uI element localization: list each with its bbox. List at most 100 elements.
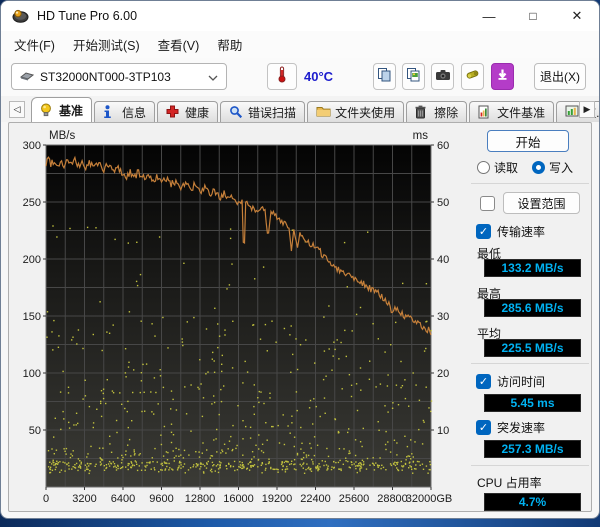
cpu-usage-value: 4.7%: [484, 493, 581, 511]
svg-text:20: 20: [437, 368, 449, 380]
min-value: 133.2 MB/s: [484, 259, 581, 277]
svg-text:200: 200: [23, 254, 41, 266]
tab-6[interactable]: 文件基准: [469, 101, 555, 122]
menu-item-3[interactable]: 帮助: [208, 31, 251, 58]
copy-text-button[interactable]: [373, 63, 396, 90]
drive-selector-value: ST32000NT000-3TP103: [40, 69, 171, 84]
thermometer-icon: [277, 66, 287, 88]
svg-text:60: 60: [437, 140, 449, 152]
burst-rate-row: ✓ 突发速率: [476, 419, 545, 436]
temperature-button[interactable]: [267, 63, 297, 90]
write-radio[interactable]: 写入: [532, 159, 573, 176]
svg-text:3200: 3200: [72, 493, 96, 505]
svg-text:30: 30: [437, 311, 449, 323]
menu-item-0[interactable]: 文件(F): [5, 31, 64, 58]
maximize-button[interactable]: □: [511, 1, 555, 31]
transfer-rate-label: 传输速率: [497, 225, 546, 239]
write-radio-circle[interactable]: [532, 161, 546, 174]
close-button[interactable]: ✕: [555, 1, 599, 31]
svg-text:28800: 28800: [377, 493, 408, 505]
download-icon: [496, 68, 509, 86]
set-range-row: 设置范围: [480, 192, 580, 214]
svg-text:12800: 12800: [185, 493, 216, 505]
app-logo-icon: [12, 9, 29, 23]
scan-icon: [229, 105, 244, 119]
transfer-rate-row: ✓ 传输速率: [476, 223, 545, 240]
cpu-usage-label: CPU 占用率: [477, 476, 542, 490]
toolbar: ST32000NT000-3TP103 40°C 退出(X): [1, 58, 599, 96]
write-radio-label: 写入: [549, 161, 574, 175]
bulb-icon: [40, 103, 55, 117]
tab-label: 文件基准: [497, 105, 546, 120]
tab-3[interactable]: 错误扫描: [220, 101, 306, 122]
read-radio-circle[interactable]: [477, 161, 490, 174]
svg-text:250: 250: [23, 197, 41, 209]
access-time-value: 5.45 ms: [484, 394, 581, 412]
app-window: HD Tune Pro 6.00 — □ ✕ 文件(F) 开始测试(S) 查看(V) 帮助…: [0, 0, 600, 519]
drive-selector[interactable]: ST32000NT000-3TP103: [11, 63, 227, 90]
max-value: 285.6 MB/s: [484, 299, 581, 317]
temperature-value: 40°C: [304, 69, 334, 84]
tab-4[interactable]: 文件夹使用: [307, 101, 405, 122]
tab-5[interactable]: 擦除: [406, 101, 468, 122]
copy-image-button[interactable]: [402, 63, 425, 90]
separator: [471, 363, 589, 364]
title-bar: HD Tune Pro 6.00 — □ ✕: [1, 1, 599, 31]
menu-item-1[interactable]: 开始测试(S): [64, 31, 149, 58]
svg-text:10: 10: [437, 425, 449, 437]
health-icon: [166, 105, 181, 119]
burst-rate-label: 突发速率: [497, 421, 546, 435]
tab-scroll-right-button[interactable]: ▶: [579, 101, 595, 118]
svg-text:22400: 22400: [300, 493, 331, 505]
access-time-checkbox[interactable]: ✓: [476, 374, 491, 389]
window-title: HD Tune Pro 6.00: [37, 9, 138, 23]
erase-icon: [415, 105, 430, 119]
burst-rate-checkbox[interactable]: ✓: [476, 420, 491, 435]
start-button[interactable]: 开始: [487, 130, 569, 152]
tab-2[interactable]: 健康: [157, 101, 219, 122]
info-icon: [103, 105, 118, 119]
svg-text:16000: 16000: [223, 493, 254, 505]
svg-text:MB/s: MB/s: [49, 130, 75, 142]
window-controls: — □ ✕: [467, 1, 599, 31]
set-range-button[interactable]: 设置范围: [503, 192, 580, 214]
tab-strip: ◁ 基准信息健康错误扫描文件夹使用擦除文件基准监.. ▶: [1, 96, 599, 122]
separator: [471, 465, 589, 466]
set-range-checkbox[interactable]: [480, 195, 495, 211]
monitor-icon: [565, 105, 580, 119]
tab-label: 基准: [59, 103, 84, 118]
benchmark-chart: MB/s ms 300 250 200 150 100 50 60 50 40 30 20 10 0 3200…: [21, 125, 466, 514]
save-button[interactable]: [461, 63, 484, 90]
tab-label: 信息: [122, 105, 147, 120]
tab-label: 擦除: [434, 105, 459, 120]
svg-text:0: 0: [43, 493, 49, 505]
copy-image-icon: [406, 67, 421, 87]
tab-label: 文件夹使用: [335, 105, 396, 120]
svg-text:100: 100: [23, 368, 41, 380]
svg-text:6400: 6400: [111, 493, 135, 505]
svg-text:25600: 25600: [339, 493, 370, 505]
file-benchmark-icon: [478, 105, 493, 119]
disk-icon: [19, 68, 35, 86]
mode-radio-group: 读取 写入: [477, 159, 573, 176]
tab-1[interactable]: 信息: [94, 101, 156, 122]
tab-scroll-left-button[interactable]: ◁: [9, 101, 25, 118]
burst-rate-value: 257.3 MB/s: [484, 440, 581, 458]
screenshot-button[interactable]: [431, 63, 454, 90]
svg-text:50: 50: [437, 197, 449, 209]
read-radio[interactable]: 读取: [477, 159, 518, 176]
svg-text:150: 150: [23, 311, 41, 323]
tab-label: 健康: [185, 105, 210, 120]
tab-0[interactable]: 基准: [31, 97, 93, 122]
minimize-button[interactable]: —: [467, 1, 511, 31]
save-icon: [465, 67, 480, 86]
menu-bar: 文件(F) 开始测试(S) 查看(V) 帮助: [1, 31, 599, 58]
read-radio-label: 读取: [494, 161, 519, 175]
download-button[interactable]: [491, 63, 514, 90]
svg-text:9600: 9600: [149, 493, 173, 505]
exit-button[interactable]: 退出(X): [534, 63, 586, 90]
avg-value: 225.5 MB/s: [484, 339, 581, 357]
menu-item-2[interactable]: 查看(V): [149, 31, 209, 58]
transfer-rate-checkbox[interactable]: ✓: [476, 224, 491, 239]
separator: [471, 183, 589, 184]
